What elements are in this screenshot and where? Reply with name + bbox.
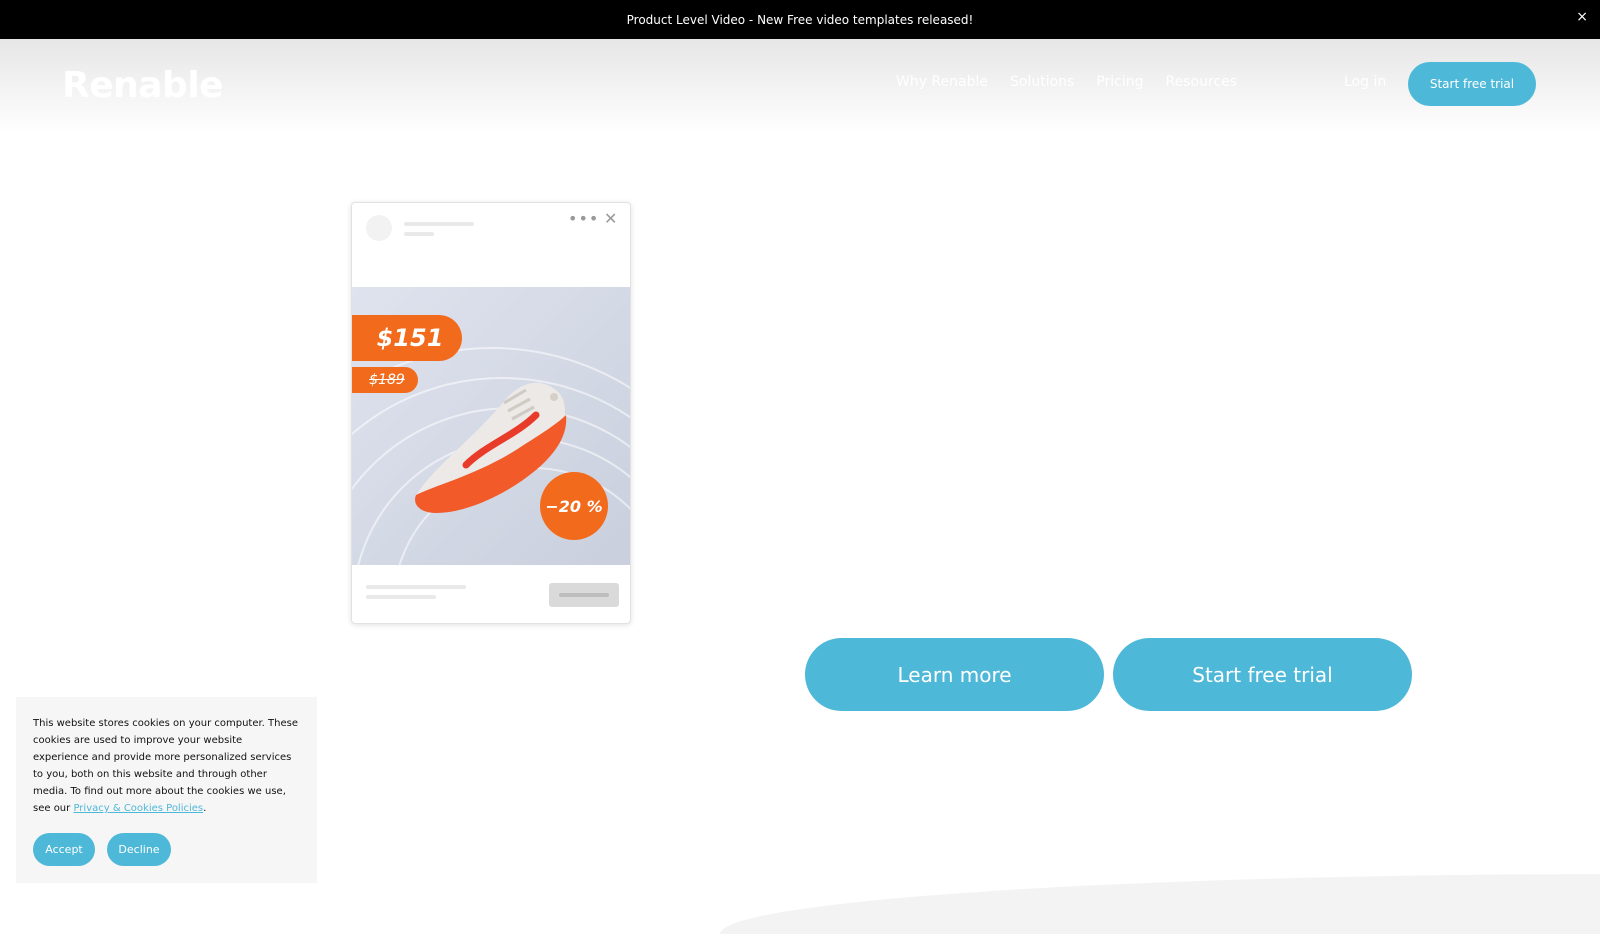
login-link[interactable]: Log in bbox=[1344, 74, 1386, 90]
price-tag: $151 bbox=[352, 315, 462, 361]
decline-button[interactable]: Decline bbox=[107, 833, 171, 866]
cookie-text: This website stores cookies on your comp… bbox=[33, 718, 298, 814]
nav-pricing[interactable]: Pricing bbox=[1096, 74, 1143, 90]
placeholder-line bbox=[404, 232, 434, 236]
placeholder-line bbox=[366, 585, 466, 589]
privacy-policy-link[interactable]: Privacy & Cookies Policies bbox=[73, 803, 203, 814]
ad-cta-placeholder-button[interactable] bbox=[549, 583, 619, 607]
old-price-tag: $189 bbox=[352, 367, 418, 393]
ad-image: $151 $189 −20 % bbox=[352, 287, 630, 565]
nav-resources[interactable]: Resources bbox=[1166, 74, 1238, 90]
nav-why-renable[interactable]: Why Renable bbox=[896, 74, 988, 90]
decorative-swoosh bbox=[720, 874, 1600, 934]
announcement-text[interactable]: Product Level Video - New Free video tem… bbox=[627, 13, 974, 27]
cookie-banner: This website stores cookies on your comp… bbox=[16, 697, 317, 883]
close-icon[interactable]: ✕ bbox=[604, 209, 617, 228]
more-icon[interactable]: ••• bbox=[568, 209, 599, 228]
learn-more-button[interactable]: Learn more bbox=[805, 638, 1104, 711]
close-icon[interactable]: × bbox=[1576, 9, 1588, 25]
discount-badge: −20 % bbox=[540, 472, 608, 540]
logo[interactable]: Renable bbox=[62, 65, 224, 106]
avatar bbox=[366, 215, 392, 241]
accept-button[interactable]: Accept bbox=[33, 833, 95, 866]
start-free-trial-button-header[interactable]: Start free trial bbox=[1408, 62, 1536, 106]
placeholder-line bbox=[404, 222, 474, 226]
site-header: Renable Why Renable Solutions Pricing Re… bbox=[0, 39, 1600, 134]
start-free-trial-button[interactable]: Start free trial bbox=[1113, 638, 1412, 711]
ad-preview-card: ••• ✕ $151 $189 −20 % bbox=[351, 202, 631, 624]
nav-solutions[interactable]: Solutions bbox=[1010, 74, 1074, 90]
placeholder-line bbox=[366, 595, 436, 599]
main-nav: Why Renable Solutions Pricing Resources bbox=[896, 74, 1237, 90]
announcement-bar: Product Level Video - New Free video tem… bbox=[0, 0, 1600, 39]
